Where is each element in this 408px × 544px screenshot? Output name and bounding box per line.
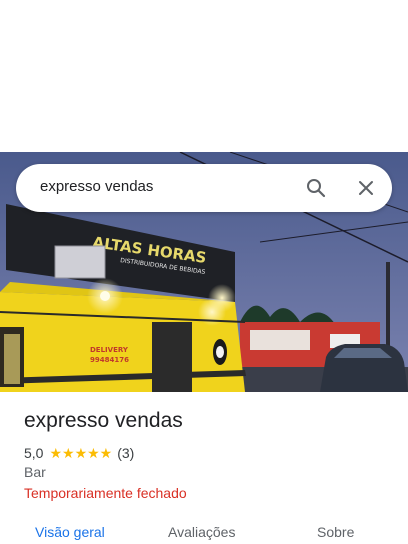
search-input[interactable]: expresso vendas (40, 178, 153, 195)
delivery-phone: 99484176 (90, 356, 129, 364)
rating-value: 5,0 (24, 445, 44, 461)
delivery-label: DELIVERY (90, 346, 129, 354)
svg-text:99484176: 99484176 (90, 356, 129, 364)
tab-about[interactable]: Sobre (317, 524, 354, 540)
star-rating-icon: ★★★★★ (49, 444, 113, 461)
tab-reviews[interactable]: Avaliações (168, 524, 235, 540)
search-bar[interactable]: expresso vendas (16, 164, 392, 212)
svg-text:DELIVERY: DELIVERY (90, 346, 129, 354)
close-icon[interactable] (354, 176, 378, 200)
tab-overview[interactable]: Visão geral (35, 524, 105, 540)
search-icon[interactable] (304, 176, 328, 200)
place-category: Bar (24, 464, 46, 480)
review-count[interactable]: (3) (117, 445, 134, 461)
tab-bar: Visão geral Avaliações Sobre (0, 512, 408, 544)
status-text: Temporariamente fechado (24, 485, 187, 501)
rating-row[interactable]: 5,0 ★★★★★ (3) (24, 444, 134, 462)
place-title: expresso vendas (24, 409, 183, 432)
